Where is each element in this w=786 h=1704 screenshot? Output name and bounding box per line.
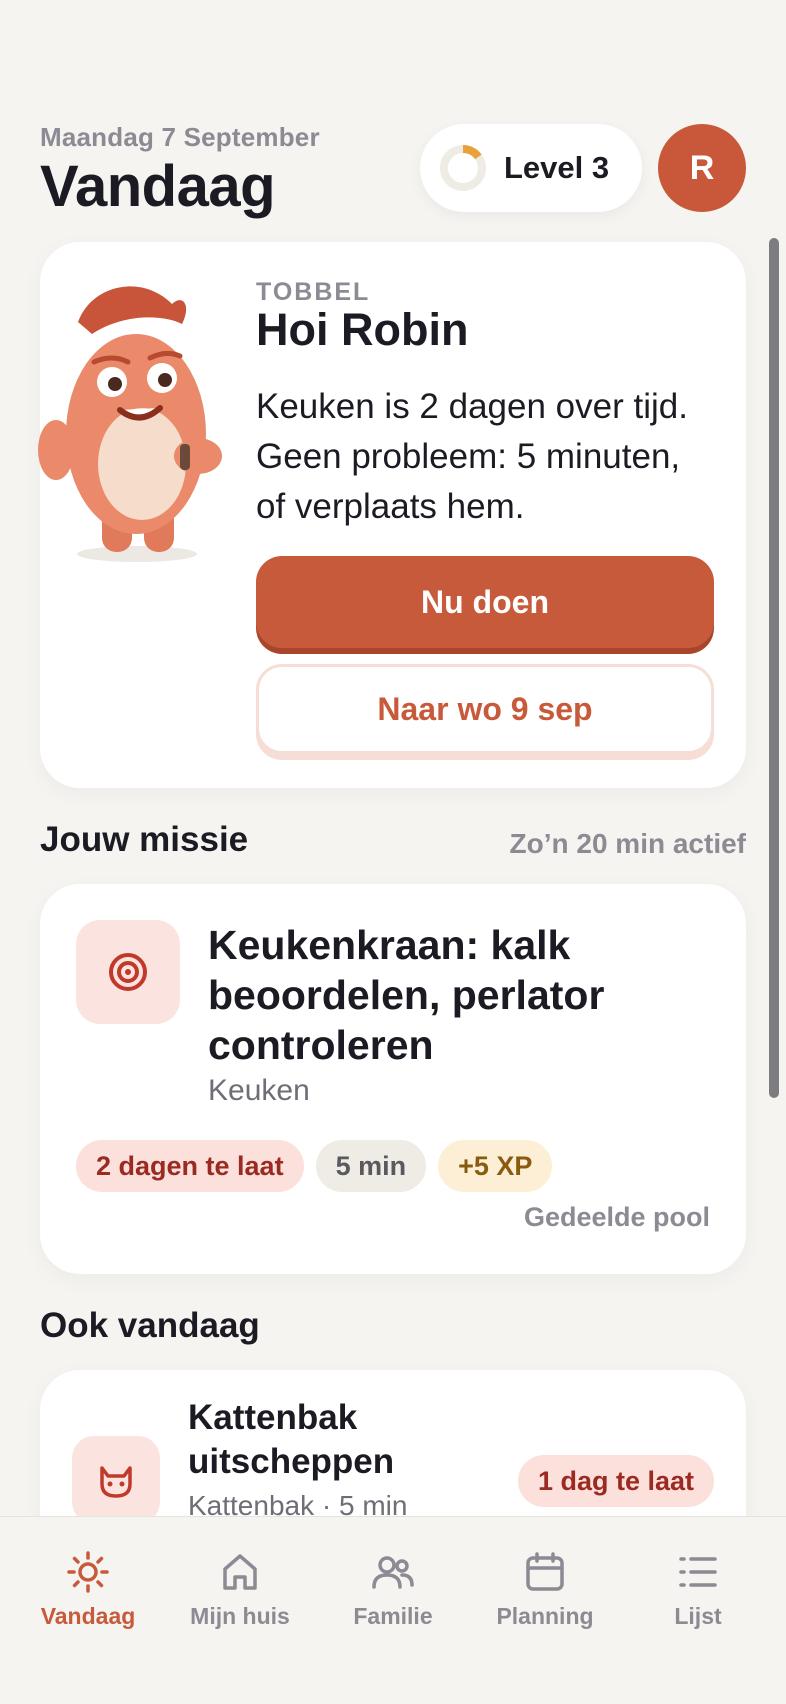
do-now-button[interactable]: Nu doen: [256, 556, 714, 648]
tab-label: Familie: [353, 1603, 433, 1629]
mission-tags: 2 dagen te laat 5 min +5 XP: [76, 1140, 553, 1192]
level-pill[interactable]: Level 3: [420, 124, 642, 212]
postpone-button[interactable]: Naar wo 9 sep: [256, 664, 714, 754]
sun-icon: [67, 1551, 109, 1593]
home-icon: [223, 1554, 257, 1590]
calendar-icon: [526, 1552, 564, 1591]
task-title: Kattenbak uitscheppen: [188, 1398, 395, 1481]
tobbel-card: TOBBEL Hoi Robin Keuken is 2 dagen over …: [38, 242, 746, 788]
tab-mijn-huis[interactable]: Mijn huis: [175, 1549, 305, 1630]
cat-icon: [72, 1436, 160, 1524]
tab-label: Vandaag: [40, 1603, 136, 1629]
mission-section-subtitle: Zo’n 20 min actief: [509, 828, 747, 859]
bottom-tab-bar: Vandaag Mijn huis Familie Planning Lijst: [0, 1516, 786, 1704]
pool-label: Gedeelde pool: [523, 1202, 710, 1232]
xp-badge: +5 XP: [438, 1140, 553, 1192]
status-badge: 1 dag te laat: [517, 1455, 714, 1507]
duration-badge: 5 min: [315, 1140, 427, 1192]
tab-label: Lijst: [674, 1603, 722, 1629]
tobbel-message: Keuken is 2 dagen over tijd. Geen proble…: [256, 387, 688, 526]
page-header: Maandag 7 September Vandaag: [40, 122, 320, 217]
mission-section-title: Jouw missie: [40, 820, 249, 859]
target-icon: [76, 920, 180, 1024]
tab-familie[interactable]: Familie: [328, 1549, 458, 1630]
list-icon: [679, 1557, 717, 1587]
tab-label: Planning: [496, 1603, 594, 1629]
mission-room: Keuken: [208, 1074, 310, 1107]
tobbel-greeting: Hoi Robin: [256, 304, 469, 355]
tab-vandaag[interactable]: Vandaag: [23, 1549, 153, 1630]
mission-card[interactable]: Keukenkraan: kalk beoordelen, perlator c…: [40, 884, 746, 1274]
people-icon: [372, 1556, 414, 1589]
avatar[interactable]: R: [658, 124, 746, 212]
header-date: Maandag 7 September: [40, 122, 320, 152]
level-progress-ring-icon: [440, 145, 486, 191]
tab-lijst[interactable]: Lijst: [633, 1549, 763, 1630]
also-today-section-title: Ook vandaag: [40, 1306, 260, 1345]
tobbel-mascot-icon: [38, 286, 222, 562]
page-title: Vandaag: [40, 154, 276, 219]
tobbel-label: TOBBEL: [256, 278, 371, 306]
tab-planning[interactable]: Planning: [480, 1549, 610, 1630]
level-label: Level 3: [504, 150, 610, 185]
mission-title: Keukenkraan: kalk beoordelen, perlator c…: [208, 922, 605, 1068]
tab-label: Mijn huis: [190, 1603, 290, 1629]
scrollbar[interactable]: [769, 238, 779, 1098]
status-badge: 2 dagen te laat: [76, 1140, 304, 1192]
